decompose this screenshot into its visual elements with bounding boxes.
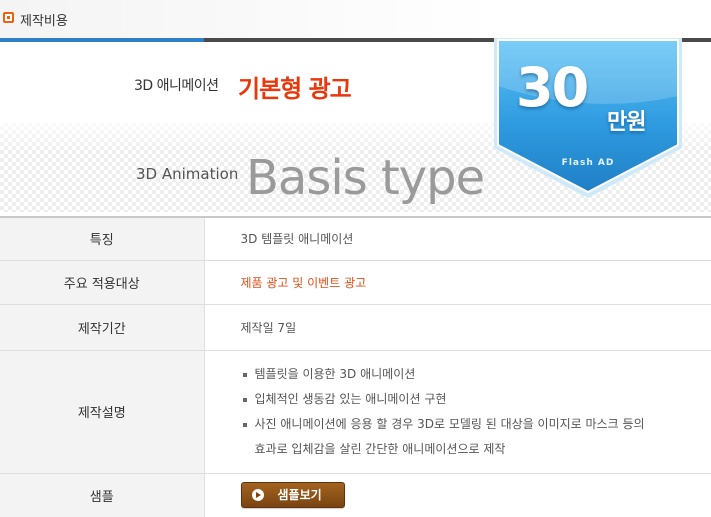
- table-row: 주요 적용대상 제품 광고 및 이벤트 광고: [0, 260, 711, 304]
- sample-view-button[interactable]: 샘플보기: [240, 482, 345, 508]
- feature-label: 특징: [0, 217, 205, 260]
- list-item: 입체적인 생동감 있는 애니메이션 구현: [242, 387, 711, 412]
- target-label: 주요 적용대상: [0, 260, 205, 304]
- table-row: 특징 3D 템플릿 애니메이션: [0, 217, 711, 260]
- table-row: 샘플 샘플보기: [0, 473, 711, 517]
- sample-label: 샘플: [0, 473, 205, 517]
- section-title: 제작비용: [20, 14, 68, 29]
- spec-table: 특징 3D 템플릿 애니메이션 주요 적용대상 제품 광고 및 이벤트 광고 제…: [0, 216, 711, 517]
- list-item-continuation: 효과로 입체감을 살린 간단한 애니메이션으로 제작: [254, 441, 506, 456]
- price-unit: 만원: [607, 110, 646, 135]
- list-item: 사진 애니메이션에 응용 할 경우 3D로 모델링 된 대상을 이미지로 마스크…: [242, 412, 711, 462]
- target-value: 제품 광고 및 이벤트 광고: [240, 275, 367, 290]
- price-amount: 30: [516, 56, 589, 119]
- badge-label: Flash AD: [561, 158, 615, 168]
- banner-subtitle-ko: 3D 애니메이션: [134, 78, 219, 94]
- section-header: 제작비용: [0, 0, 711, 40]
- sample-button-label: 샘플보기: [277, 488, 322, 502]
- list-item: 템플릿을 이용한 3D 애니메이션: [242, 362, 711, 387]
- price-badge: 30 만원 Flash AD: [490, 36, 686, 202]
- table-row: 제작기간 제작일 7일: [0, 304, 711, 350]
- description-list: 템플릿을 이용한 3D 애니메이션 입체적인 생동감 있는 애니메이션 구현 사…: [241, 362, 711, 462]
- banner-title-en: Basis type: [246, 150, 485, 206]
- period-label: 제작기간: [0, 304, 205, 350]
- square-bullet-icon: [3, 12, 14, 23]
- feature-value: 3D 템플릿 애니메이션: [240, 232, 354, 247]
- table-row: 제작설명 템플릿을 이용한 3D 애니메이션 입체적인 생동감 있는 애니메이션…: [0, 350, 711, 473]
- description-label: 제작설명: [0, 350, 205, 473]
- period-value: 제작일 7일: [240, 320, 297, 335]
- play-icon: [251, 489, 264, 501]
- banner-title-ko: 기본형 광고: [238, 75, 352, 103]
- banner-subtitle-en: 3D Animation: [136, 165, 239, 183]
